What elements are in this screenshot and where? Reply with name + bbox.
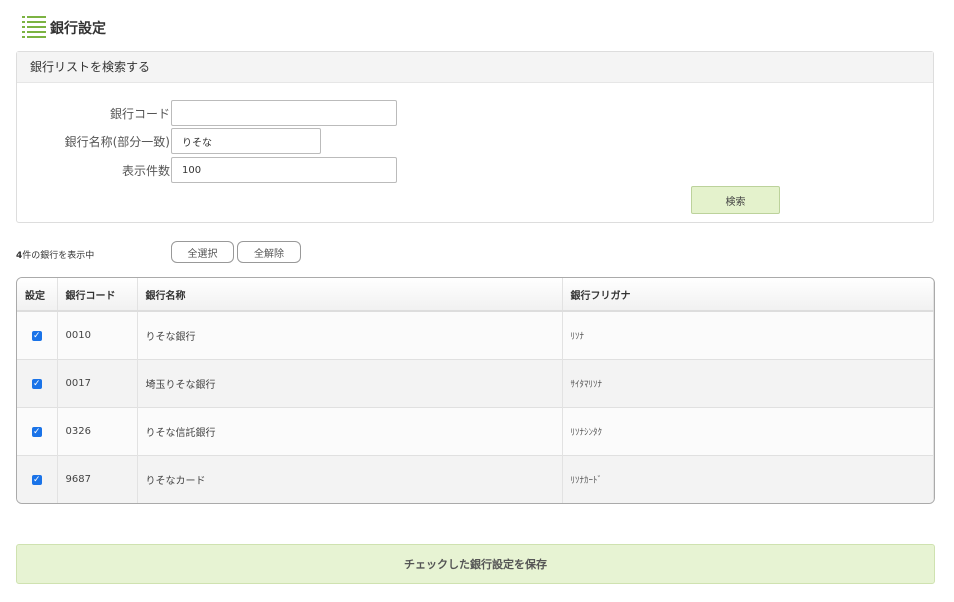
column-header-code: 銀行コード [57, 278, 138, 312]
bank-code-cell: 0010 [57, 311, 138, 359]
row-checkbox[interactable]: ✓ [31, 426, 42, 437]
table-header-row: 設定 銀行コード 銀行名称 銀行フリガナ [17, 278, 934, 312]
table-row: ✓ 0017 埼玉りそな銀行 ｻｲﾀﾏﾘｿﾅ [17, 358, 934, 407]
table-row: ✓ 0010 りそな銀行 ﾘｿﾅ [17, 311, 934, 359]
page-header: 銀行設定 [22, 12, 106, 40]
bank-code-cell: 0326 [57, 406, 138, 455]
row-checkbox-cell: ✓ [17, 406, 58, 455]
display-count-label: 表示件数 [121, 163, 170, 178]
table-row: ✓ 9687 りそなカード ﾘｿﾅｶｰﾄﾞ [17, 454, 934, 503]
row-checkbox-cell: ✓ [17, 311, 58, 359]
search-panel-title: 銀行リストを検索する [17, 52, 933, 83]
row-checkbox[interactable]: ✓ [31, 474, 42, 485]
save-settings-button[interactable]: チェックした銀行設定を保存 [16, 544, 935, 584]
bank-code-cell: 9687 [57, 454, 138, 503]
deselect-all-button[interactable]: 全解除 [237, 241, 301, 263]
column-header-kana: 銀行フリガナ [562, 278, 934, 312]
column-header-setting: 設定 [17, 278, 58, 312]
bank-code-cell: 0017 [57, 358, 138, 407]
row-checkbox[interactable]: ✓ [31, 378, 42, 389]
row-checkbox-cell: ✓ [17, 454, 58, 503]
result-count-suffix: 件の銀行を表示中 [22, 251, 95, 261]
bank-name-row: 銀行名称(部分一致) [17, 128, 321, 154]
bank-name-cell: りそな銀行 [137, 311, 563, 359]
bank-table: 設定 銀行コード 銀行名称 銀行フリガナ ✓ 0010 りそな銀行 ﾘｿﾅ ✓ … [16, 277, 935, 504]
bank-name-cell: りそなカード [137, 454, 563, 503]
bank-code-label: 銀行コード [109, 106, 170, 121]
display-count-row: 表示件数 [17, 157, 397, 183]
bank-name-label: 銀行名称(部分一致) [64, 134, 170, 149]
bank-name-cell: 埼玉りそな銀行 [137, 358, 563, 407]
page-title: 銀行設定 [50, 21, 106, 37]
bank-kana-cell: ｻｲﾀﾏﾘｿﾅ [562, 358, 934, 407]
bank-name-input[interactable] [171, 128, 321, 154]
select-all-button[interactable]: 全選択 [171, 241, 234, 263]
bank-kana-cell: ﾘｿﾅｶｰﾄﾞ [562, 454, 934, 503]
bank-kana-cell: ﾘｿﾅｼﾝﾀｸ [562, 406, 934, 455]
column-header-name: 銀行名称 [137, 278, 563, 312]
bank-name-cell: りそな信託銀行 [137, 406, 563, 455]
result-count: 4件の銀行を表示中 [16, 248, 94, 261]
display-count-input[interactable] [171, 157, 397, 183]
search-button[interactable]: 検索 [691, 186, 780, 214]
row-checkbox-cell: ✓ [17, 358, 58, 407]
search-panel: 銀行リストを検索する 銀行コード 銀行名称(部分一致) 表示件数 検索 [16, 51, 934, 223]
bank-code-input[interactable] [171, 100, 397, 126]
bank-kana-cell: ﾘｿﾅ [562, 311, 934, 359]
table-row: ✓ 0326 りそな信託銀行 ﾘｿﾅｼﾝﾀｸ [17, 406, 934, 455]
row-checkbox[interactable]: ✓ [31, 330, 42, 341]
bank-code-row: 銀行コード [17, 100, 397, 126]
list-icon [22, 16, 46, 38]
